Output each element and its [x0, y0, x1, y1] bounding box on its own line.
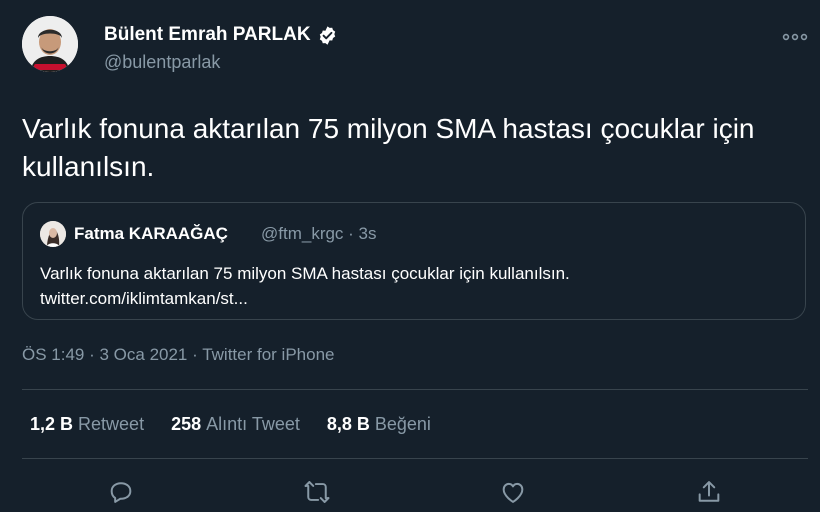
quoted-tweet[interactable]: Fatma KARAAĞAÇ @ftm_krgc · 3s Varlık fon… [22, 202, 806, 320]
reply-icon[interactable] [107, 478, 135, 506]
quoted-meta: @ftm_krgc · 3s [261, 224, 377, 243]
tweet-meta: ÖS 1:49 · 3 Oca 2021 · Twitter for iPhon… [22, 345, 334, 365]
meta-separator: · [84, 345, 100, 364]
divider [22, 389, 808, 390]
stat-likes[interactable]: 8,8 B Beğeni [327, 414, 431, 435]
quoted-body: Varlık fonuna aktarılan 75 milyon SMA ha… [40, 261, 780, 311]
share-icon[interactable] [695, 478, 723, 506]
author-name-row[interactable]: Bülent Emrah PARLAK [104, 24, 338, 46]
engagement-stats: 1,2 B Retweet 258 Alıntı Tweet 8,8 B Beğeni [30, 414, 431, 435]
tweet-text: Varlık fonuna aktarılan 75 milyon SMA ha… [22, 113, 755, 182]
quoted-link[interactable]: twitter.com/iklimtamkan/st... [40, 286, 780, 311]
quoted-avatar [40, 221, 66, 247]
stat-retweets[interactable]: 1,2 B Retweet [30, 414, 144, 435]
more-options-icon[interactable] [782, 33, 808, 41]
tweet-date[interactable]: 3 Oca 2021 [99, 345, 187, 364]
stat-label: Retweet [78, 414, 145, 434]
stat-value: 258 [171, 414, 202, 434]
avatar[interactable] [22, 16, 78, 72]
stat-label: Beğeni [374, 414, 431, 434]
avatar-image [22, 16, 78, 72]
stat-value: 8,8 B [326, 414, 370, 434]
divider [22, 458, 808, 459]
tweet-time[interactable]: ÖS 1:49 [22, 345, 84, 364]
stat-value: 1,2 B [30, 414, 74, 434]
verified-badge-icon [319, 25, 335, 45]
stat-label: Alıntı Tweet [206, 414, 300, 434]
retweet-icon[interactable] [303, 478, 331, 506]
like-icon[interactable] [499, 478, 527, 506]
tweet-source[interactable]: Twitter for iPhone [202, 345, 334, 364]
meta-separator: · [187, 345, 203, 364]
action-bar [0, 478, 820, 512]
quoted-author-name: Fatma KARAAĞAÇ [74, 224, 228, 243]
stat-quote-tweets[interactable]: 258 Alıntı Tweet [171, 414, 300, 435]
quoted-text: Varlık fonuna aktarılan 75 milyon SMA ha… [40, 264, 570, 283]
author-handle[interactable]: @bulentparlak [104, 52, 220, 73]
author-name[interactable]: Bülent Emrah PARLAK [104, 24, 311, 46]
quoted-avatar-image [40, 221, 66, 247]
